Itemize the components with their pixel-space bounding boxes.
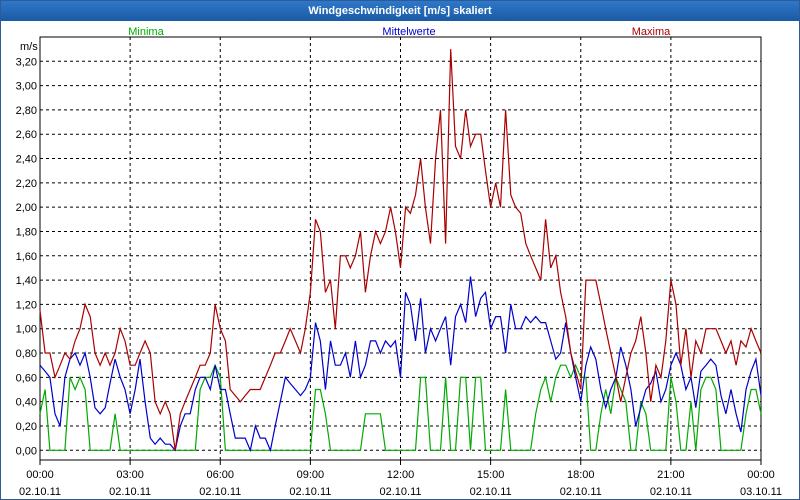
legend-minima: Minima <box>128 26 164 38</box>
legend: Minima Mittelwerte Maxima <box>128 26 671 38</box>
x-tick-date: 02.10.11 <box>109 486 151 498</box>
grid <box>40 37 761 460</box>
y-tick-label: 3,20 <box>16 56 37 68</box>
x-axis: 00:00 02.10.11 03:00 02.10.11 06:00 02.10.11 0… <box>19 460 782 498</box>
x-tick-time: 21:00 <box>657 469 685 481</box>
y-tick-label: 1,20 <box>16 299 37 311</box>
y-axis-label: m/s <box>20 41 38 53</box>
y-tick-label: 2,60 <box>16 129 37 141</box>
y-tick-label: 1,60 <box>16 251 37 263</box>
x-tick-date: 02.10.11 <box>379 486 421 498</box>
x-tick-time: 09:00 <box>297 469 325 481</box>
x-tick-time: 15:00 <box>477 469 505 481</box>
x-tick-time: 12:00 <box>387 469 415 481</box>
x-tick-date: 02.10.11 <box>199 486 241 498</box>
y-tick-label: 3,00 <box>16 81 37 93</box>
y-tick-label: 1,40 <box>16 275 37 287</box>
y-tick-label: 0,80 <box>16 348 37 360</box>
y-tick-label: 0,00 <box>16 445 37 457</box>
y-axis: 0,00 0,20 0,40 0,60 0,80 1,00 1,20 1,40 1,60 1,80… <box>16 56 37 457</box>
y-tick-label: 0,20 <box>16 421 37 433</box>
x-tick-date: 03.10.11 <box>740 486 782 498</box>
y-tick-label: 1,00 <box>16 324 37 336</box>
x-tick-time: 00:00 <box>26 469 54 481</box>
x-tick-time: 18:00 <box>567 469 595 481</box>
x-tick-date: 02.10.11 <box>650 486 692 498</box>
legend-maxima: Maxima <box>632 26 671 38</box>
y-tick-label: 2,80 <box>16 105 37 117</box>
x-tick-time: 00:00 <box>747 469 775 481</box>
x-tick-time: 06:00 <box>206 469 234 481</box>
y-tick-label: 2,20 <box>16 178 37 190</box>
y-tick-label: 0,40 <box>16 397 37 409</box>
y-tick-label: 0,60 <box>16 372 37 384</box>
x-tick-date: 02.10.11 <box>289 486 331 498</box>
y-tick-label: 1,80 <box>16 226 37 238</box>
legend-mittelwerte: Mittelwerte <box>382 26 435 38</box>
wind-speed-chart: 0,00 0,20 0,40 0,60 0,80 1,00 1,20 1,40 1,60 1,80… <box>16 26 782 498</box>
x-tick-date: 02.10.11 <box>470 486 512 498</box>
x-tick-date: 02.10.11 <box>19 486 61 498</box>
y-tick-label: 2,00 <box>16 202 37 214</box>
x-tick-date: 02.10.11 <box>560 486 602 498</box>
y-tick-label: 2,40 <box>16 154 37 166</box>
x-tick-time: 03:00 <box>116 469 144 481</box>
